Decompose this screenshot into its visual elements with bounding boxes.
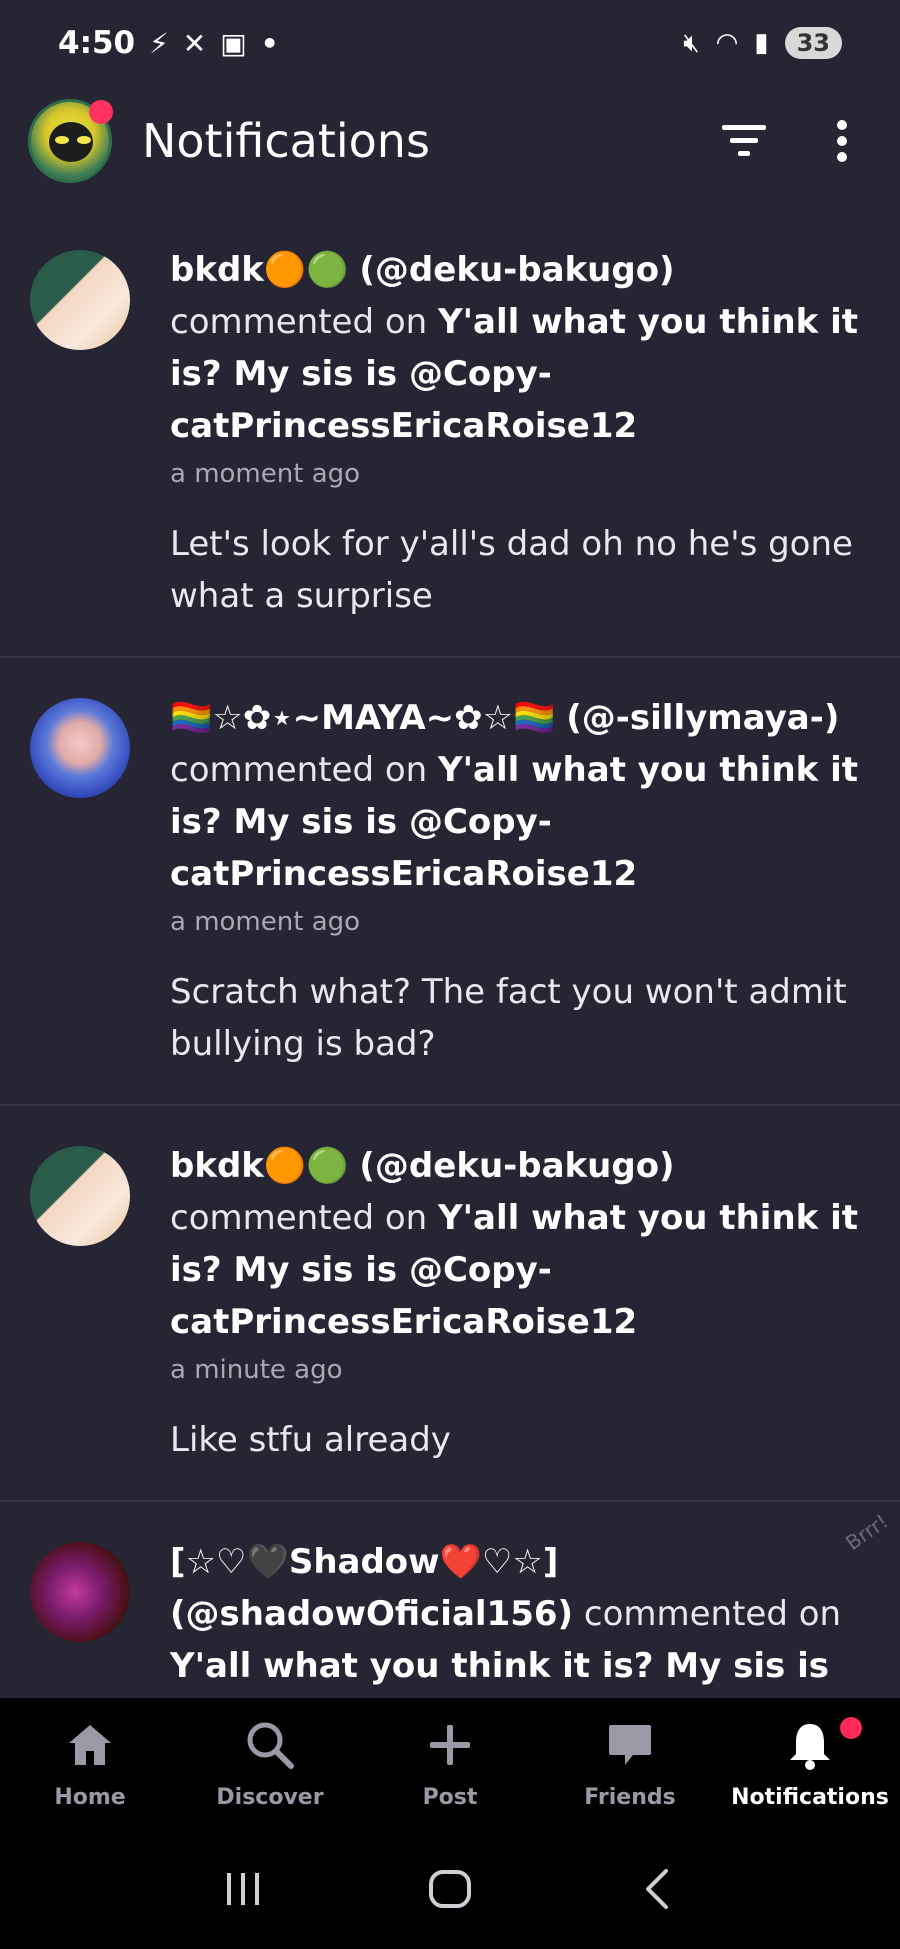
notification-feed[interactable]: bkdk🟠🟢 (@deku-bakugo) commented on Y'all…: [0, 210, 900, 1698]
app-header: Notifications: [0, 86, 900, 196]
bell-icon: [788, 1717, 832, 1773]
status-right: 🔇︎ ◠ ▮ 33: [683, 27, 842, 59]
notification-item[interactable]: bkdk🟠🟢 (@deku-bakugo) commented on Y'all…: [0, 210, 900, 658]
nav-label: Discover: [216, 1784, 324, 1810]
nav-label: Friends: [584, 1784, 676, 1810]
user-avatar[interactable]: [30, 698, 130, 798]
nav-friends[interactable]: Friends: [540, 1717, 720, 1810]
notification-text: bkdk🟠🟢 (@deku-bakugo) commented on Y'all…: [170, 1140, 860, 1348]
action-text: commented on: [170, 302, 428, 342]
search-icon: [245, 1717, 295, 1773]
user-handle[interactable]: (@-sillymaya-): [566, 698, 839, 738]
nav-label: Home: [54, 1784, 126, 1810]
wifi-icon: ◠: [715, 28, 739, 58]
nav-post[interactable]: Post: [360, 1717, 540, 1810]
more-options-icon[interactable]: [812, 111, 872, 171]
calendar-icon: ▣: [220, 26, 247, 60]
timestamp: a moment ago: [170, 459, 361, 489]
action-text: commented on: [583, 1594, 842, 1634]
action-text: commented on: [170, 1198, 428, 1238]
user-handle[interactable]: (@shadowOficial156): [170, 1594, 573, 1634]
plus-icon: [428, 1717, 472, 1773]
post-title[interactable]: Y'all what you think it is? My sis is @C…: [170, 1646, 829, 1698]
comment-text: Like stfu already: [170, 1420, 451, 1460]
user-avatar[interactable]: [30, 1146, 130, 1246]
user-name[interactable]: bkdk🟠🟢: [170, 1146, 349, 1186]
notification-badge: [840, 1716, 862, 1739]
user-name[interactable]: [☆♡🖤Shadow❤️♡☆]: [170, 1542, 558, 1582]
avatar-eye: [55, 136, 69, 144]
comment-text: Let's look for y'all's dad oh no he's go…: [170, 524, 853, 616]
action-text: commented on: [170, 750, 428, 790]
user-handle[interactable]: (@deku-bakugo): [359, 250, 674, 290]
nav-discover[interactable]: Discover: [180, 1717, 360, 1810]
bolt-icon: ⚡: [149, 26, 169, 60]
chat-icon: [607, 1717, 653, 1773]
battery-indicator: 33: [784, 27, 842, 59]
user-handle[interactable]: (@deku-bakugo): [359, 1146, 674, 1186]
nav-home[interactable]: Home: [0, 1717, 180, 1810]
nav-label: Post: [422, 1784, 478, 1810]
profile-avatar[interactable]: [28, 99, 113, 183]
timestamp: a moment ago: [170, 907, 361, 937]
user-avatar[interactable]: [30, 250, 130, 350]
nav-notifications[interactable]: Notifications: [720, 1716, 900, 1810]
user-avatar[interactable]: [30, 1542, 130, 1642]
status-time: 4:50: [58, 25, 136, 61]
page-title: Notifications: [142, 114, 430, 168]
filter-icon[interactable]: [714, 111, 774, 171]
recent-apps-button[interactable]: [203, 1859, 283, 1919]
comment-text: Scratch what? The fact you won't admit b…: [170, 972, 847, 1064]
avatar-eye: [77, 136, 91, 144]
notification-item[interactable]: [☆♡🖤Shadow❤️♡☆] (@shadowOficial156) comm…: [0, 1502, 900, 1698]
timestamp: a minute ago: [170, 1355, 343, 1385]
status-left: 4:50 ⚡ ✕ ▣ •: [58, 25, 279, 61]
nav-label: Notifications: [731, 1784, 889, 1810]
back-button[interactable]: [617, 1859, 697, 1919]
status-bar: 4:50 ⚡ ✕ ▣ • 🔇︎ ◠ ▮ 33: [0, 0, 900, 86]
notification-item[interactable]: 🏳️‍🌈☆✿⋆~MAYA~✿☆🏳️‍🌈 (@-sillymaya-) comme…: [0, 658, 900, 1106]
dot-icon: •: [260, 26, 279, 60]
home-icon: [67, 1717, 113, 1773]
notification-text: 🏳️‍🌈☆✿⋆~MAYA~✿☆🏳️‍🌈 (@-sillymaya-) comme…: [170, 692, 860, 900]
notification-item[interactable]: bkdk🟠🟢 (@deku-bakugo) commented on Y'all…: [0, 1106, 900, 1502]
user-name[interactable]: bkdk🟠🟢: [170, 250, 349, 290]
system-nav: [0, 1828, 900, 1949]
home-button[interactable]: [410, 1859, 490, 1919]
mute-icon: 🔇︎: [683, 27, 700, 58]
signal-icon: ▮: [754, 28, 769, 58]
avatar-notification-badge: [89, 100, 113, 124]
notification-text: [☆♡🖤Shadow❤️♡☆] (@shadowOficial156) comm…: [170, 1536, 860, 1698]
no-calls-icon: ✕: [182, 26, 207, 60]
notification-text: bkdk🟠🟢 (@deku-bakugo) commented on Y'all…: [170, 244, 860, 452]
bottom-nav: Home Discover Post Friends Notifications: [0, 1698, 900, 1828]
user-name[interactable]: 🏳️‍🌈☆✿⋆~MAYA~✿☆🏳️‍🌈: [170, 698, 555, 738]
screen: 4:50 ⚡ ✕ ▣ • 🔇︎ ◠ ▮ 33 Notifications bkd…: [0, 0, 900, 1949]
